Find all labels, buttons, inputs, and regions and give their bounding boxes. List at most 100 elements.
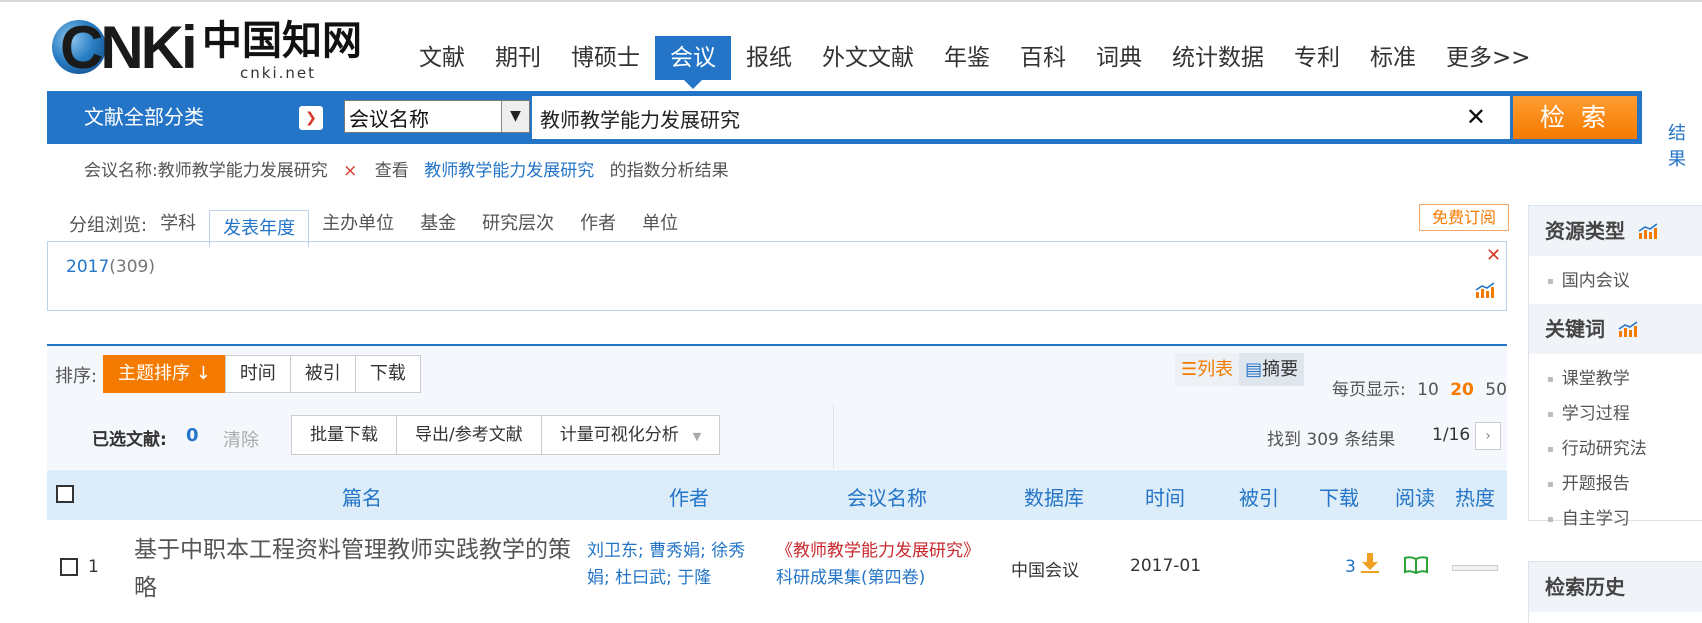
export-button[interactable]: 导出/参考文献 xyxy=(396,415,542,455)
clear-selection-button[interactable]: 清除 xyxy=(223,426,259,452)
search-input[interactable]: 教师教学能力发展研究 ✕ xyxy=(532,96,1510,139)
logo-brand: CNKi xyxy=(60,14,198,81)
nav-item[interactable]: 外文文献 xyxy=(807,36,929,80)
abstract-icon: ▤ xyxy=(1245,359,1263,380)
nav-item[interactable]: 标准 xyxy=(1355,36,1431,80)
resource-type-header[interactable]: 资源类型 xyxy=(1529,206,1702,256)
batch-download-button[interactable]: 批量下载 xyxy=(291,415,397,455)
keyword-title: 关键词 xyxy=(1545,317,1605,341)
results-link[interactable]: 结果 xyxy=(1668,119,1702,171)
search-field-value: 会议名称 xyxy=(349,107,429,131)
year-panel xyxy=(47,241,1507,311)
header-download[interactable]: 下载 xyxy=(1319,482,1359,511)
keyword-item[interactable]: 自主学习 xyxy=(1529,502,1702,537)
nav-item[interactable]: 统计数据 xyxy=(1157,36,1279,80)
header-author[interactable]: 作者 xyxy=(669,482,709,511)
nav-item[interactable]: 百科 xyxy=(1005,36,1081,80)
article-title-link[interactable]: 基于中职本工程资料管理教师实践教学的策略 xyxy=(134,531,574,607)
per-page-10[interactable]: 10 xyxy=(1417,380,1439,400)
group-tab[interactable]: 单位 xyxy=(629,208,691,240)
read-book-icon[interactable] xyxy=(1403,556,1429,574)
trend-chart-icon[interactable] xyxy=(1617,320,1639,338)
per-page-50[interactable]: 50 xyxy=(1485,380,1507,400)
search-history-header[interactable]: 检索历史 xyxy=(1529,562,1702,612)
selected-label: 已选文献: xyxy=(92,430,167,450)
chevron-down-icon: ▼ xyxy=(692,430,702,443)
year-value: 2017 xyxy=(66,257,110,277)
subscribe-button[interactable]: 免费订阅 xyxy=(1419,204,1509,231)
header-time[interactable]: 时间 xyxy=(1145,482,1185,511)
keyword-header[interactable]: 关键词 xyxy=(1529,304,1702,354)
resource-item[interactable]: 国内会议 xyxy=(1529,264,1702,299)
table-header xyxy=(47,470,1507,520)
abstract-view-button[interactable]: ▤ 摘要 xyxy=(1239,353,1304,386)
group-tab[interactable]: 作者 xyxy=(567,208,629,240)
header-read: 阅读 xyxy=(1395,486,1435,510)
nav-item[interactable]: 博硕士 xyxy=(556,36,655,80)
download-icon[interactable] xyxy=(1360,552,1380,574)
header-database[interactable]: 数据库 xyxy=(1024,482,1084,511)
group-browse: 分组浏览: 学科 发表年度 主办单位 基金 研究层次 作者 单位 xyxy=(69,208,691,248)
per-page-label: 每页显示: xyxy=(1332,380,1406,400)
nav-item[interactable]: 年鉴 xyxy=(929,36,1005,80)
search-field-select[interactable]: 会议名称 ▼ xyxy=(344,100,530,133)
group-tab[interactable]: 基金 xyxy=(407,208,469,240)
top-divider xyxy=(0,0,1702,2)
group-tab[interactable]: 学科 xyxy=(147,208,209,240)
nav-item[interactable]: 词典 xyxy=(1081,36,1157,80)
header-title[interactable]: 篇名 xyxy=(342,482,382,511)
abstract-view-label: 摘要 xyxy=(1262,359,1299,380)
group-tab[interactable]: 研究层次 xyxy=(469,208,567,240)
download-count[interactable]: 3 xyxy=(1345,557,1356,577)
arrow-down-icon: ↓ xyxy=(190,363,211,384)
nav-item[interactable]: 文献 xyxy=(404,36,480,80)
chevron-down-icon[interactable]: ❯ xyxy=(299,106,323,130)
condition-label: 会议名称:教师教学能力发展研究 xyxy=(84,161,328,181)
nav-item-more[interactable]: 更多>> xyxy=(1431,36,1546,80)
history-panel: 检索历史 xyxy=(1528,561,1702,623)
clear-icon[interactable]: ✕ xyxy=(1466,103,1486,131)
divider xyxy=(833,404,834,469)
keyword-item[interactable]: 开题报告 xyxy=(1529,467,1702,502)
group-tab[interactable]: 主办单位 xyxy=(309,208,407,240)
select-all-checkbox[interactable] xyxy=(56,485,74,503)
sort-buttons: 主题排序 ↓ 时间 被引 下载 xyxy=(103,355,421,393)
conference-link[interactable]: 《教师教学能力发展研究》 科研成果集(第四卷) xyxy=(776,538,996,592)
nav-item-active[interactable]: 会议 xyxy=(655,36,731,89)
header-heat: 热度 xyxy=(1455,486,1495,510)
sort-by-download[interactable]: 下载 xyxy=(354,355,421,393)
trend-chart-icon[interactable] xyxy=(1637,222,1659,240)
search-query: 教师教学能力发展研究 xyxy=(540,108,740,132)
nav-item[interactable]: 专利 xyxy=(1279,36,1355,80)
category-dropdown[interactable]: 文献全部分类 xyxy=(47,91,336,144)
search-condition: 会议名称:教师教学能力发展研究 × 查看 教师教学能力发展研究 的指数分析结果 xyxy=(84,156,729,181)
chevron-down-icon[interactable]: ▼ xyxy=(501,101,529,132)
header-cited[interactable]: 被引 xyxy=(1239,482,1279,511)
nav-item[interactable]: 报纸 xyxy=(731,36,807,80)
keyword-item[interactable]: 课堂教学 xyxy=(1529,362,1702,397)
nav-item[interactable]: 期刊 xyxy=(480,36,556,80)
year-filter-item[interactable]: 2017(309) xyxy=(66,257,155,277)
conference-name: 《教师教学能力发展研究》 xyxy=(776,541,980,561)
author-links[interactable]: 刘卫东; 曹秀娟; 徐秀娟; 杜曰武; 于隆 xyxy=(587,538,767,592)
header-conference[interactable]: 会议名称 xyxy=(847,482,927,511)
list-view-button[interactable]: ☰ 列表 xyxy=(1175,353,1240,386)
sort-by-relevance[interactable]: 主题排序 ↓ xyxy=(103,355,226,393)
index-analysis-link[interactable]: 教师教学能力发展研究 xyxy=(424,161,594,181)
keyword-item[interactable]: 学习过程 xyxy=(1529,397,1702,432)
keyword-item[interactable]: 行动研究法 xyxy=(1529,432,1702,467)
search-button[interactable]: 检 索 xyxy=(1513,96,1637,139)
per-page-20[interactable]: 20 xyxy=(1450,380,1474,400)
resource-type-title: 资源类型 xyxy=(1545,219,1625,243)
close-icon[interactable]: × xyxy=(343,161,357,181)
action-buttons: 批量下载 导出/参考文献 计量可视化分析 ▼ xyxy=(291,415,721,455)
next-page-button[interactable]: › xyxy=(1475,422,1501,450)
row-checkbox[interactable] xyxy=(60,558,78,576)
cnki-logo[interactable]: CNKi 中国知网 cnki.net xyxy=(52,14,362,84)
visual-analysis-dropdown[interactable]: 计量可视化分析 ▼ xyxy=(540,415,721,455)
sort-by-cited[interactable]: 被引 xyxy=(289,355,356,393)
trend-chart-icon[interactable] xyxy=(1474,281,1496,299)
close-icon[interactable]: ✕ xyxy=(1486,245,1501,266)
sort-by-time[interactable]: 时间 xyxy=(224,355,291,393)
resource-panel: 资源类型 国内会议 关键词 课堂教学 学习过程 行动研究法 开题报告 自主学习 xyxy=(1528,205,1702,529)
